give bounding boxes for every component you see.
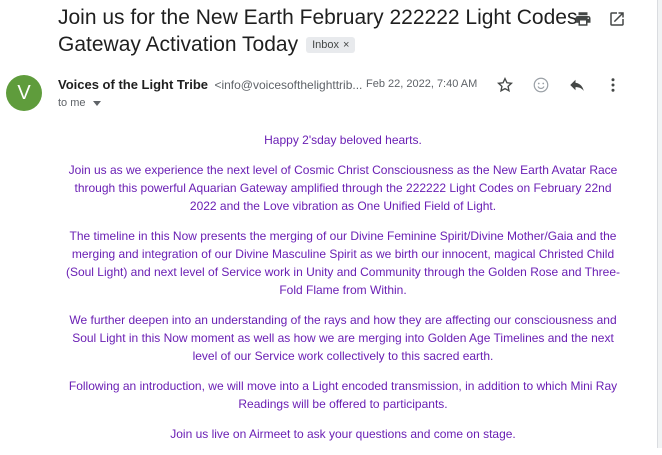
star-icon[interactable] <box>494 74 516 96</box>
recipient-details-toggle[interactable]: to me <box>58 97 101 109</box>
open-in-new-window-icon[interactable] <box>606 8 628 30</box>
email-body: Happy 2'sday beloved hearts. Join us as … <box>60 131 626 455</box>
body-paragraph-airmeet: Join us live on Airmeet to ask your ques… <box>170 427 516 441</box>
body-paragraph-transmission: Following an introduction, we will move … <box>68 379 618 411</box>
more-vert-icon[interactable] <box>602 74 624 96</box>
remove-label-icon[interactable]: × <box>343 39 349 51</box>
sender-email: <info@voicesofthelighttrib... <box>214 78 363 92</box>
email-subject: Join us for the New Earth February 22222… <box>58 4 618 58</box>
body-paragraph-timeline: The timeline in this Now presents the me… <box>65 229 621 297</box>
emoji-icon[interactable] <box>530 74 552 96</box>
message-actions <box>494 74 624 96</box>
scrollbar[interactable] <box>657 0 662 448</box>
to-line: to me <box>58 97 86 109</box>
sender-avatar[interactable]: V <box>6 75 42 111</box>
chevron-down-icon[interactable] <box>92 100 101 106</box>
reply-icon[interactable] <box>566 74 588 96</box>
inbox-label-chip[interactable]: Inbox × <box>306 37 356 53</box>
print-icon[interactable] <box>572 8 594 30</box>
body-paragraph-rays: We further deepen into an understanding … <box>69 313 617 363</box>
inbox-label-text: Inbox <box>312 39 340 51</box>
sender-name[interactable]: Voices of the Light Tribe <box>58 77 208 92</box>
email-subject-row: Join us for the New Earth February 22222… <box>58 4 618 58</box>
thread-actions <box>572 8 628 30</box>
email-date: Feb 22, 2022, 7:40 AM <box>366 78 478 90</box>
body-paragraph-greeting: Happy 2'sday beloved hearts. <box>264 133 422 147</box>
body-paragraph-intro: Join us as we experience the next level … <box>68 163 618 213</box>
